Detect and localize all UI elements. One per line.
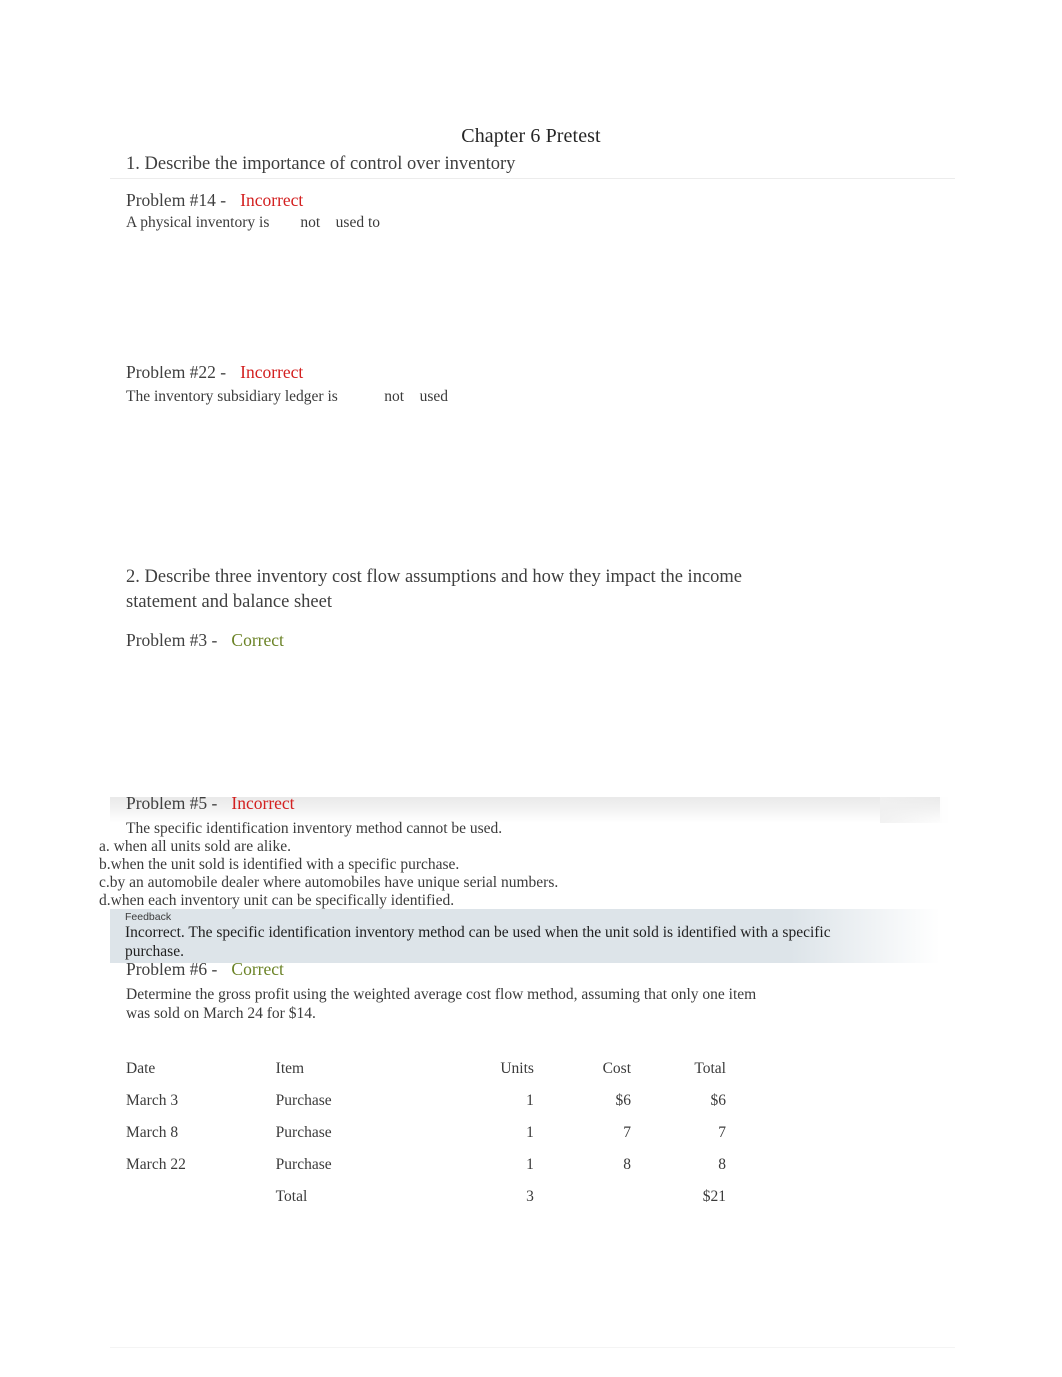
option-b[interactable]: b.when the unit sold is identified with … (99, 856, 459, 874)
problem-3-header: Problem #3 - Correct (126, 630, 284, 651)
problem-5-label: Problem #5 - (126, 797, 218, 813)
section-heading-2: 2. Describe three inventory cost flow as… (126, 567, 743, 612)
problem-6-header-clip: Problem #6 - Correct (126, 963, 626, 984)
cell-units: 1 (526, 1156, 534, 1173)
header-units: Units (500, 1060, 534, 1077)
problem-22-label: Problem #22 - (126, 366, 227, 382)
cell-total: 7 (718, 1124, 726, 1141)
problem-22-header: Problem #22 - Incorrect (126, 366, 303, 383)
problem-6-label: Problem #6 - (126, 963, 218, 979)
problem-5-header-clip: Problem #5 - Incorrect (126, 797, 626, 818)
problem-22-body: The inventory subsidiary ledger is not u… (126, 388, 449, 405)
cell-total: $21 (702, 1188, 726, 1205)
problem-14-body: A physical inventory is not used to (126, 214, 381, 231)
header-date: Date (126, 1060, 156, 1077)
cell-units: 1 (526, 1124, 534, 1141)
table-row: March 3 Purchase 1 $6 $6 (126, 1085, 726, 1117)
problem-6-header: Problem #6 - Correct (126, 963, 284, 980)
inventory-table: Date Item Units Cost Total March 3 Purch… (126, 1053, 726, 1213)
cell-date: March 22 (126, 1156, 186, 1173)
problem-3-status: Correct (231, 630, 284, 650)
problem-22-status: Incorrect (240, 366, 304, 382)
problem-5-header: Problem #5 - Incorrect (126, 797, 295, 814)
table-row: March 8 Purchase 1 7 7 (126, 1117, 726, 1149)
problem-3-label: Problem #3 - (126, 630, 218, 650)
cell-cost: 7 (623, 1124, 632, 1141)
problem-14-header: Problem #14 - Incorrect (126, 190, 303, 211)
cell-total: $6 (710, 1092, 727, 1109)
pasted-region-gradient-fade (880, 797, 950, 823)
option-c[interactable]: c.by an automobile dealer where automobi… (99, 874, 558, 892)
cell-cost: 8 (623, 1156, 632, 1173)
table-total-row: Total 3 $21 (126, 1181, 726, 1213)
problem-14-status: Incorrect (240, 190, 304, 210)
problem-14-label: Problem #14 - (126, 190, 227, 210)
cell-date (126, 1181, 276, 1213)
section-heading-1: 1. Describe the importance of control ov… (126, 154, 516, 174)
problem-5-status: Incorrect (231, 797, 295, 813)
cell-date: March 8 (126, 1124, 179, 1141)
document-page: Chapter 6 Pretest 1. Describe the import… (0, 0, 1062, 1377)
cell-item: Purchase (275, 1124, 332, 1141)
cell-total: 8 (718, 1156, 726, 1173)
option-a[interactable]: a. when all units sold are alike. (99, 838, 291, 856)
option-d[interactable]: d.when each inventory unit can be specif… (99, 892, 454, 910)
table-header-row: Date Item Units Cost Total (126, 1053, 726, 1085)
cell-cost (534, 1181, 631, 1213)
problem-6-body: Determine the gross profit using the wei… (126, 986, 757, 1022)
header-item: Item (275, 1060, 305, 1077)
page-title: Chapter 6 Pretest (461, 125, 601, 147)
cell-item: Total (275, 1188, 308, 1205)
cell-units: 3 (526, 1188, 534, 1205)
table-row: March 22 Purchase 1 8 8 (126, 1149, 726, 1181)
cell-item: Purchase (275, 1092, 332, 1109)
cell-item: Purchase (275, 1156, 332, 1173)
bottom-divider (110, 1347, 955, 1348)
problem-22-header-clip: Problem #22 - Incorrect (126, 366, 626, 388)
problem-5-body: The specific identification inventory me… (126, 820, 503, 837)
header-cost: Cost (602, 1060, 632, 1077)
header-total: Total (694, 1060, 726, 1077)
problem-6-status: Correct (231, 963, 284, 979)
cell-date: March 3 (126, 1092, 179, 1109)
cell-cost: $6 (615, 1092, 632, 1109)
feedback-text: Incorrect. The specific identification i… (125, 924, 831, 960)
feedback-label: Feedback (125, 911, 172, 923)
section-divider (110, 178, 955, 179)
cell-units: 1 (526, 1092, 534, 1109)
